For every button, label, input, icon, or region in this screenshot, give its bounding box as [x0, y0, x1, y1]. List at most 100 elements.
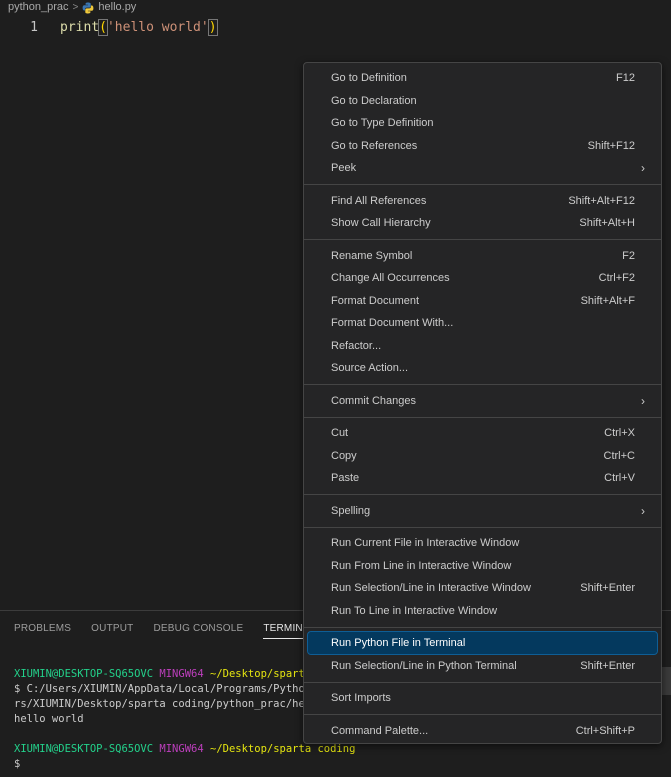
- terminal-env: MINGW64: [159, 743, 204, 755]
- menu-item-label: Run Current File in Interactive Window: [331, 537, 520, 549]
- menu-item-shortcut: Shift+Enter: [580, 659, 635, 672]
- menu-separator: [304, 184, 661, 185]
- menu-separator: [304, 681, 661, 683]
- menu-item-label: Go to Definition: [331, 72, 407, 84]
- menu-item-shortcut: Shift+Enter: [580, 582, 635, 594]
- terminal-command: $ C:/Users/XIUMIN/AppData/Local/Programs…: [14, 683, 318, 695]
- menu-item-label: Show Call Hierarchy: [331, 217, 431, 229]
- menu-separator: [304, 239, 661, 240]
- menu-item-find-all-references[interactable]: Find All References Shift+Alt+F12: [308, 190, 657, 212]
- menu-item-shortcut: Ctrl+F2: [598, 272, 635, 284]
- code-text[interactable]: print('hello world'): [60, 18, 218, 36]
- menu-item-label: Spelling: [331, 504, 371, 517]
- menu-item-label: Go to References: [331, 139, 418, 152]
- chevron-right-icon: ›: [641, 161, 645, 175]
- menu-item-command-palette[interactable]: Command Palette... Ctrl+Shift+P: [308, 720, 657, 742]
- menu-item-label: Run From Line in Interactive Window: [331, 559, 512, 572]
- menu-separator: [304, 416, 661, 418]
- terminal-user: XIUMIN@DESKTOP-SQ65OVC: [14, 668, 154, 680]
- menu-separator: [304, 714, 661, 715]
- menu-item-shortcut: F12: [616, 72, 635, 84]
- python-file-icon: [82, 2, 94, 14]
- terminal-env: MINGW64: [159, 668, 204, 680]
- menu-item-shortcut: F2: [622, 249, 635, 262]
- breadcrumb: python_prac > hello.py: [0, 0, 671, 14]
- menu-separator: [304, 384, 661, 385]
- token-paren-close: ): [207, 18, 218, 36]
- menu-item-shortcut: Ctrl+V: [604, 472, 635, 484]
- menu-item-go-to-type-definition[interactable]: Go to Type Definition: [308, 112, 657, 134]
- menu-item-run-current-file-in-interactive-window[interactable]: Run Current File in Interactive Window: [308, 532, 657, 554]
- terminal-program-output: hello world: [14, 713, 84, 725]
- menu-item-label: Change All Occurrences: [331, 272, 450, 284]
- menu-item-shortcut: Shift+F12: [587, 139, 635, 152]
- menu-item-shortcut: Ctrl+Shift+P: [575, 724, 635, 737]
- terminal-command-cont: rs/XIUMIN/Desktop/sparta coding/python_p…: [14, 698, 318, 710]
- tab-problems[interactable]: PROBLEMS: [0, 611, 81, 645]
- menu-separator: [304, 626, 661, 628]
- tab-debug-console[interactable]: DEBUG CONSOLE: [143, 611, 253, 645]
- context-menu: Go to Definition F12 Go to Declaration Go t…: [303, 62, 662, 744]
- menu-item-cut[interactable]: Cut Ctrl+X: [308, 422, 657, 444]
- menu-item-label: Format Document With...: [331, 317, 454, 329]
- menu-item-label: Command Palette...: [331, 724, 429, 737]
- token-function: print: [60, 19, 100, 35]
- menu-item-label: Copy: [331, 449, 357, 462]
- chevron-right-icon: ›: [641, 393, 645, 408]
- menu-item-show-call-hierarchy[interactable]: Show Call Hierarchy Shift+Alt+H: [308, 212, 657, 234]
- menu-item-label: Paste: [331, 472, 360, 484]
- menu-item-shortcut: Shift+Alt+F12: [568, 194, 635, 207]
- menu-item-spelling[interactable]: Spelling ›: [308, 500, 657, 522]
- menu-item-format-document-with[interactable]: Format Document With...: [308, 312, 657, 334]
- breadcrumb-file[interactable]: hello.py: [98, 1, 136, 13]
- menu-item-label: Sort Imports: [331, 692, 391, 704]
- menu-item-label: Run Selection/Line in Interactive Window: [331, 582, 531, 594]
- menu-item-refactor[interactable]: Refactor...: [308, 335, 657, 357]
- menu-item-label: Peek: [331, 162, 357, 174]
- terminal-scrollbar[interactable]: [661, 667, 671, 695]
- menu-item-label: Rename Symbol: [331, 249, 413, 262]
- menu-item-go-to-declaration[interactable]: Go to Declaration: [308, 90, 657, 112]
- menu-item-shortcut: Ctrl+C: [603, 449, 635, 462]
- menu-item-shortcut: Shift+Alt+H: [579, 217, 635, 229]
- menu-item-label: Refactor...: [331, 339, 382, 352]
- menu-item-copy[interactable]: Copy Ctrl+C: [308, 445, 657, 467]
- terminal-path: ~/Desktop/sparta: [210, 668, 312, 680]
- menu-item-go-to-references[interactable]: Go to References Shift+F12: [308, 135, 657, 157]
- menu-item-sort-imports[interactable]: Sort Imports: [308, 687, 657, 709]
- code-line[interactable]: 1 print('hello world'): [0, 17, 218, 37]
- menu-item-label: Go to Type Definition: [331, 117, 434, 129]
- menu-item-rename-symbol[interactable]: Rename Symbol F2: [308, 245, 657, 267]
- menu-separator: [304, 526, 661, 528]
- menu-item-label: Source Action...: [331, 362, 409, 374]
- menu-item-commit-changes[interactable]: Commit Changes ›: [308, 390, 657, 412]
- menu-item-source-action[interactable]: Source Action...: [308, 357, 657, 379]
- terminal-prompt[interactable]: $: [14, 758, 20, 770]
- menu-item-label: Go to Declaration: [331, 94, 417, 107]
- menu-item-run-selection-line-in-python-terminal[interactable]: Run Selection/Line in Python Terminal Shi…: [308, 655, 657, 677]
- menu-item-run-selection-line-in-interactive-window[interactable]: Run Selection/Line in Interactive Window…: [308, 577, 657, 599]
- menu-separator: [304, 494, 661, 495]
- menu-item-go-to-definition[interactable]: Go to Definition F12: [308, 67, 657, 89]
- menu-item-label: Find All References: [331, 194, 427, 207]
- terminal-path: ~/Desktop/sparta coding: [210, 743, 356, 755]
- terminal-user: XIUMIN@DESKTOP-SQ65OVC: [14, 743, 154, 755]
- menu-item-label: Run To Line in Interactive Window: [331, 604, 498, 617]
- token-paren-open: (: [98, 18, 108, 36]
- menu-item-shortcut: Ctrl+X: [604, 427, 635, 439]
- menu-item-peek[interactable]: Peek ›: [308, 157, 657, 179]
- menu-item-run-python-file-in-terminal[interactable]: Run Python File in Terminal: [307, 631, 658, 655]
- menu-item-label: Format Document: [331, 294, 420, 307]
- menu-item-paste[interactable]: Paste Ctrl+V: [308, 467, 657, 489]
- line-number: 1: [30, 19, 38, 35]
- menu-item-run-from-line-in-interactive-window[interactable]: Run From Line in Interactive Window: [308, 555, 657, 577]
- menu-item-shortcut: Shift+Alt+F: [580, 294, 635, 307]
- chevron-right-icon: >: [72, 1, 79, 13]
- chevron-right-icon: ›: [641, 503, 645, 518]
- menu-item-format-document[interactable]: Format Document Shift+Alt+F: [308, 290, 657, 312]
- menu-item-run-to-line-in-interactive-window[interactable]: Run To Line in Interactive Window: [308, 600, 657, 622]
- menu-item-label: Cut: [331, 427, 349, 439]
- menu-item-change-all-occurrences[interactable]: Change All Occurrences Ctrl+F2: [308, 267, 657, 289]
- breadcrumb-folder[interactable]: python_prac: [8, 1, 69, 13]
- tab-output[interactable]: OUTPUT: [81, 611, 143, 645]
